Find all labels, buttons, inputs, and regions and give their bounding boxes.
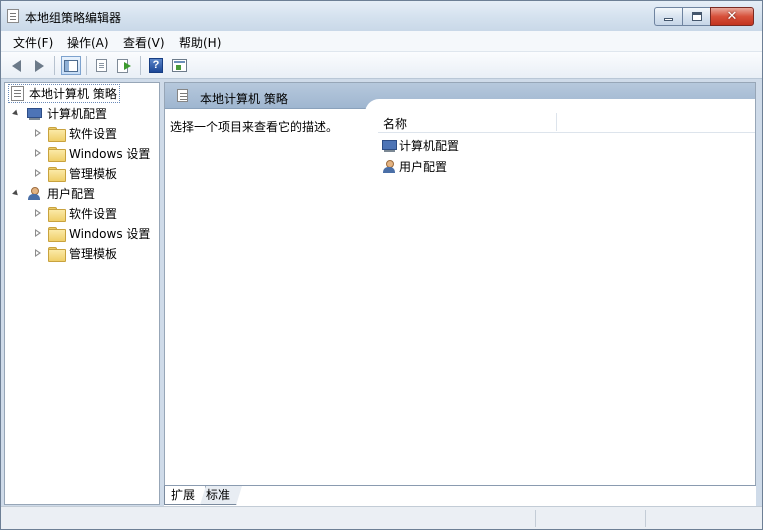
tree-label: 计算机配置 bbox=[47, 107, 108, 121]
collapsed-arrow-icon[interactable] bbox=[35, 169, 42, 178]
window-title: 本地组策略编辑器 bbox=[25, 11, 122, 25]
tree-label: 软件设置 bbox=[69, 207, 118, 221]
expanded-arrow-icon[interactable] bbox=[12, 189, 20, 198]
properties-icon bbox=[95, 59, 107, 72]
tree-label: 用户配置 bbox=[47, 187, 96, 201]
collapsed-arrow-icon[interactable] bbox=[35, 129, 42, 138]
tree-label: Windows 设置 bbox=[69, 147, 151, 161]
export-list-icon bbox=[117, 59, 131, 73]
details-header: 本地计算机 策略 bbox=[165, 83, 755, 113]
toolbar-separator bbox=[54, 56, 55, 75]
collapsed-arrow-icon[interactable] bbox=[35, 249, 42, 258]
menu-view[interactable]: 查看(V) bbox=[123, 34, 165, 51]
tree-item-computer-config[interactable]: 计算机配置 bbox=[12, 104, 108, 123]
status-segment bbox=[535, 510, 645, 527]
tree-item-root[interactable]: 本地计算机 策略 bbox=[8, 84, 120, 103]
help-icon: ? bbox=[149, 58, 163, 73]
collapsed-arrow-icon[interactable] bbox=[35, 209, 42, 218]
column-header-row: 名称 bbox=[378, 111, 755, 133]
status-bar bbox=[1, 506, 762, 529]
description-text: 选择一个项目来查看它的描述。 bbox=[170, 120, 339, 134]
maximize-icon bbox=[692, 12, 702, 21]
user-icon bbox=[26, 186, 42, 201]
tree-item-user-windows-settings[interactable]: Windows 设置 bbox=[35, 224, 150, 243]
folder-icon bbox=[48, 247, 66, 262]
show-hide-console-tree-button[interactable] bbox=[61, 56, 81, 75]
computer-icon bbox=[381, 139, 397, 153]
policy-icon bbox=[177, 89, 188, 102]
status-segment bbox=[645, 510, 760, 527]
collapsed-arrow-icon[interactable] bbox=[35, 149, 42, 158]
collapsed-arrow-icon[interactable] bbox=[35, 229, 42, 238]
tree-item-computer-windows-settings[interactable]: Windows 设置 bbox=[35, 144, 150, 163]
tree-label: 管理模板 bbox=[69, 247, 118, 261]
tree-item-user-config[interactable]: 用户配置 bbox=[12, 184, 96, 203]
folder-icon bbox=[48, 167, 66, 182]
menu-action[interactable]: 操作(A) bbox=[67, 34, 109, 51]
user-icon bbox=[381, 159, 397, 174]
caption-buttons: ✕ bbox=[654, 7, 754, 26]
show-action-pane-button[interactable] bbox=[169, 56, 189, 75]
show-hide-console-tree-icon bbox=[64, 59, 78, 72]
policy-icon bbox=[11, 86, 24, 101]
toolbar: ? bbox=[1, 52, 762, 79]
column-header-name[interactable]: 名称 bbox=[383, 115, 407, 132]
minimize-button[interactable] bbox=[654, 7, 682, 26]
tree-item-computer-software-settings[interactable]: 软件设置 bbox=[35, 124, 117, 143]
view-tabs: 扩展 标准 bbox=[164, 485, 756, 506]
maximize-button[interactable] bbox=[682, 7, 710, 26]
list-item[interactable]: 计算机配置 bbox=[381, 136, 459, 155]
menu-bar: 文件(F) 操作(A) 查看(V) 帮助(H) bbox=[1, 31, 762, 52]
help-button[interactable]: ? bbox=[146, 56, 166, 75]
export-list-button[interactable] bbox=[114, 56, 134, 75]
close-icon: ✕ bbox=[726, 9, 738, 24]
back-icon bbox=[11, 59, 21, 72]
folder-icon bbox=[48, 207, 66, 222]
toolbar-separator bbox=[86, 56, 87, 75]
tree-item-user-software-settings[interactable]: 软件设置 bbox=[35, 204, 117, 223]
forward-button[interactable] bbox=[29, 56, 49, 75]
menu-file[interactable]: 文件(F) bbox=[13, 34, 53, 51]
tab-standard[interactable]: 标准 bbox=[200, 486, 242, 505]
properties-button[interactable] bbox=[91, 56, 111, 75]
column-separator[interactable] bbox=[556, 113, 557, 131]
tree-label: 软件设置 bbox=[69, 127, 118, 141]
close-button[interactable]: ✕ bbox=[710, 7, 754, 26]
details-pane: 本地计算机 策略 选择一个项目来查看它的描述。 名称 计算机配置 用户配置 扩展… bbox=[164, 82, 756, 506]
back-button[interactable] bbox=[6, 56, 26, 75]
computer-icon bbox=[26, 107, 42, 121]
show-action-pane-icon bbox=[171, 59, 187, 72]
folder-icon bbox=[48, 227, 66, 242]
app-icon bbox=[7, 9, 19, 23]
tree-item-user-admin-templates[interactable]: 管理模板 bbox=[35, 244, 117, 263]
tree-label: 管理模板 bbox=[69, 167, 118, 181]
tree-item-computer-admin-templates[interactable]: 管理模板 bbox=[35, 164, 117, 183]
forward-icon bbox=[34, 59, 44, 72]
app-window: 本地组策略编辑器 ✕ 文件(F) 操作(A) 查看(V) 帮助(H) ? 本地计… bbox=[0, 0, 763, 530]
console-tree[interactable]: 本地计算机 策略 计算机配置 软件设置 Windows 设置 管理模板 用户配置 bbox=[4, 82, 160, 505]
title-bar[interactable]: 本地组策略编辑器 ✕ bbox=[1, 1, 762, 31]
tree-label: 本地计算机 策略 bbox=[29, 87, 117, 101]
tab-extended[interactable]: 扩展 bbox=[164, 486, 206, 505]
menu-help[interactable]: 帮助(H) bbox=[179, 34, 221, 51]
list-item-label: 用户配置 bbox=[399, 160, 448, 174]
list-item-label: 计算机配置 bbox=[399, 139, 460, 153]
tree-label: Windows 设置 bbox=[69, 227, 151, 241]
expanded-arrow-icon[interactable] bbox=[12, 109, 20, 118]
folder-icon bbox=[48, 147, 66, 162]
list-item[interactable]: 用户配置 bbox=[381, 157, 447, 176]
details-title: 本地计算机 策略 bbox=[200, 92, 288, 106]
minimize-icon bbox=[664, 18, 673, 21]
folder-icon bbox=[48, 127, 66, 142]
toolbar-separator bbox=[140, 56, 141, 75]
